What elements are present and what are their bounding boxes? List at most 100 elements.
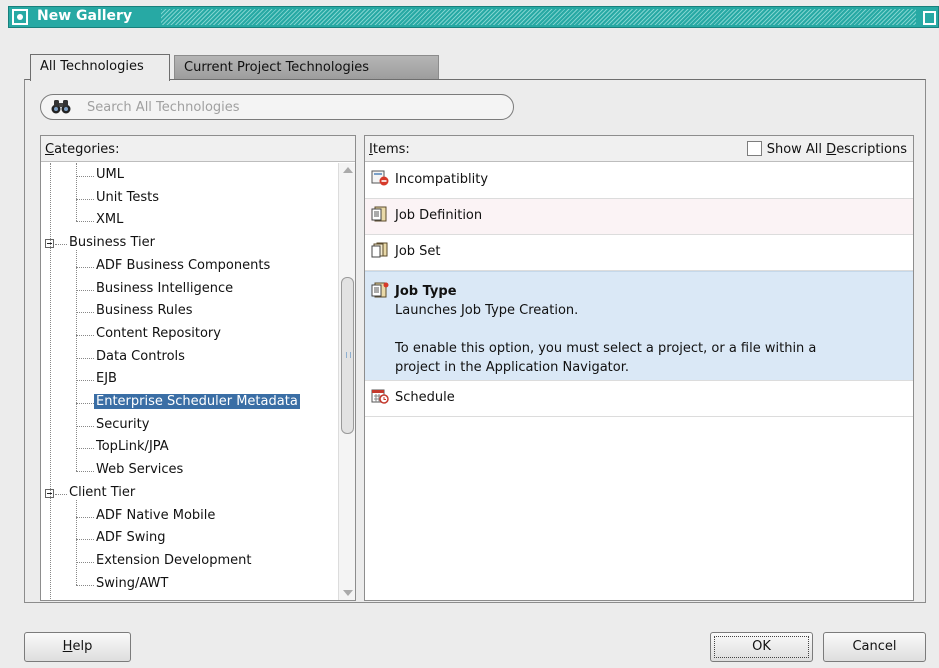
tree-connector xyxy=(76,289,94,291)
tree-connector xyxy=(76,176,94,177)
scroll-up-icon[interactable] xyxy=(343,167,353,173)
title-bar-inner: New Gallery xyxy=(8,6,939,28)
tree-item[interactable]: Content Repository xyxy=(94,324,223,346)
item-name: Job Set xyxy=(395,244,441,259)
tree-item[interactable]: Business Tier xyxy=(67,233,157,255)
categories-scrollbar[interactable] xyxy=(338,163,355,600)
tree-connector xyxy=(76,380,94,382)
scrollbar-thumb[interactable] xyxy=(341,277,354,434)
tree-item[interactable]: ADF Business Components xyxy=(94,256,272,278)
item-name: Job Definition xyxy=(395,208,483,223)
tree-item-label: Business Rules xyxy=(96,303,193,319)
tree-item[interactable]: Business Intelligence xyxy=(94,279,235,301)
tree-item[interactable]: UML xyxy=(94,165,126,187)
tree-item-label: ADF Native Mobile xyxy=(96,507,216,523)
maximize-icon[interactable] xyxy=(920,8,936,26)
show-all-descriptions[interactable]: Show All Descriptions xyxy=(746,141,907,157)
tree-item[interactable]: TopLink/JPA xyxy=(94,437,171,459)
list-item-job-type[interactable]: Job Type Launches Job Type Creation. To … xyxy=(365,271,913,381)
tree-item[interactable]: EJB xyxy=(94,369,119,391)
tree-item[interactable]: Client Tier xyxy=(67,483,137,505)
tree-item[interactable]: ADF Native Mobile xyxy=(94,506,217,528)
tree-item-label: ADF Swing xyxy=(96,530,166,546)
tree-connector xyxy=(76,584,94,586)
tree-connector xyxy=(76,516,94,518)
tree-connector xyxy=(76,499,77,585)
tree-item[interactable]: Business Rules xyxy=(94,301,195,323)
show-all-label-mnemonic: D xyxy=(826,142,837,157)
tab-all-technologies[interactable]: All Technologies xyxy=(30,54,170,81)
tree-connector xyxy=(76,221,94,223)
tree-item-label: Client Tier xyxy=(69,484,136,500)
show-all-descriptions-checkbox[interactable] xyxy=(746,141,762,156)
list-item-schedule[interactable]: Schedule xyxy=(365,381,913,417)
window-title: New Gallery xyxy=(37,8,133,24)
tree-connector xyxy=(76,448,94,450)
title-bar: New Gallery xyxy=(0,0,939,34)
tree-item-label: UML xyxy=(96,167,124,182)
tree-connector xyxy=(55,493,67,495)
list-item-job-definition[interactable]: Job Definition xyxy=(365,199,913,235)
tree-item-label: Web Services xyxy=(96,462,184,478)
tree-item-label: Unit Tests xyxy=(96,189,159,205)
items-header: Items: Show All Descriptions xyxy=(365,136,913,162)
tree-item-label: Security xyxy=(96,416,150,432)
search-input[interactable] xyxy=(87,98,507,116)
window-menu-icon[interactable] xyxy=(12,9,28,25)
categories-pane: Categories: UML Unit Tests XML Business Tie… xyxy=(40,135,356,601)
tree-item[interactable]: Enterprise Scheduler Metadata xyxy=(94,392,300,414)
binoculars-icon xyxy=(51,100,71,114)
tree-connector xyxy=(76,312,94,314)
tree-connector xyxy=(76,403,94,404)
items-header-label: tems: xyxy=(372,142,410,157)
tree-item-label: Data Controls xyxy=(96,348,185,364)
tab-current-project-technologies[interactable]: Current Project Technologies xyxy=(174,55,439,80)
tree-item[interactable]: XML xyxy=(94,210,125,232)
tree-connector xyxy=(55,244,67,246)
show-all-label-pre: Show All xyxy=(766,142,827,157)
items-pane: Items: Show All Descriptions Incompatibl… xyxy=(364,135,914,601)
tree-connector xyxy=(76,471,94,473)
item-note-line-1: To enable this option, you must select a… xyxy=(395,341,817,356)
tree-item[interactable]: Unit Tests xyxy=(94,188,161,210)
item-description: Launches Job Type Creation. xyxy=(395,303,579,318)
incompatibility-icon xyxy=(371,170,389,186)
tree-connector xyxy=(76,357,94,359)
tree-item-label: Content Repository xyxy=(96,325,221,341)
categories-header-label: ategories: xyxy=(54,142,120,157)
tree-connector xyxy=(76,198,94,200)
list-item-incompatibility[interactable]: Incompatiblity xyxy=(365,163,913,199)
ok-button[interactable]: OK xyxy=(710,632,813,662)
categories-header-mnemonic: C xyxy=(45,142,55,157)
list-item-job-set[interactable]: Job Set xyxy=(365,235,913,271)
tree-item-label: XML xyxy=(96,212,124,228)
tree-item-label: Enterprise Scheduler Metadata xyxy=(94,394,300,409)
tree-item[interactable]: Security xyxy=(94,415,151,437)
cancel-button[interactable]: Cancel xyxy=(823,632,926,662)
job-set-icon xyxy=(371,242,388,258)
tree-connector xyxy=(76,561,94,563)
tree-item[interactable]: Data Controls xyxy=(94,347,187,369)
tree-item[interactable]: ADF Swing xyxy=(94,528,168,550)
job-type-icon xyxy=(371,282,389,298)
items-list: Incompatiblity Job Definition Job Set Jo… xyxy=(365,163,913,417)
tree-connector xyxy=(76,266,94,268)
tree-item[interactable]: Swing/AWT xyxy=(94,574,170,596)
tree-item-label: Business Intelligence xyxy=(96,280,234,296)
tree-item[interactable]: Web Services xyxy=(94,460,185,482)
tree-connector xyxy=(76,250,77,472)
tree-connector xyxy=(76,163,77,222)
help-mnemonic: H xyxy=(62,639,73,654)
job-definition-icon xyxy=(371,206,387,222)
tree-item-label: EJB xyxy=(96,371,117,387)
categories-tree: UML Unit Tests XML Business Tier ADF Busines… xyxy=(41,163,338,599)
help-label: elp xyxy=(72,639,93,654)
tree-item[interactable]: Extension Development xyxy=(94,551,253,573)
title-bar-grip[interactable] xyxy=(161,9,916,25)
scroll-down-icon[interactable] xyxy=(343,590,353,596)
tree-item-label: TopLink/JPA xyxy=(96,439,169,455)
tree-connector xyxy=(76,334,94,336)
search-box[interactable] xyxy=(40,94,514,120)
schedule-icon xyxy=(371,389,389,404)
help-button[interactable]: Help xyxy=(24,632,131,662)
